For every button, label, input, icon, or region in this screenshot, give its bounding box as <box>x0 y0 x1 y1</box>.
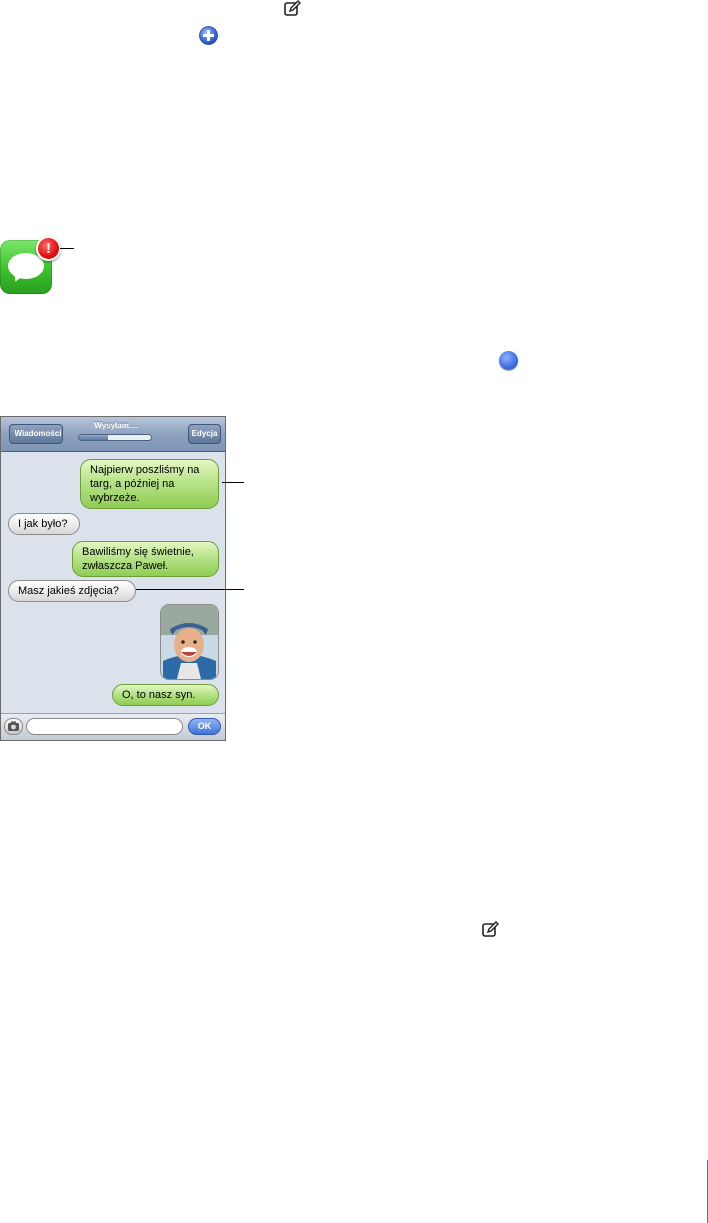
message-input-bar: OK <box>1 713 225 740</box>
child-photo-icon <box>161 605 218 679</box>
nav-bar: Wiadomości Wysyłam.... Edycja <box>1 417 225 452</box>
callout-line <box>136 589 244 590</box>
progress-fill <box>79 435 108 440</box>
callout-line <box>222 482 244 483</box>
messages-conversation-screen: Wiadomości Wysyłam.... Edycja Najpierw p… <box>0 416 226 741</box>
sending-status-title: Wysyłam.... <box>94 421 138 430</box>
add-contact-plus-icon <box>199 26 218 45</box>
photo-message[interactable] <box>160 604 219 680</box>
compose-icon <box>284 0 301 16</box>
message-bubble-outgoing: O, to nasz syn. <box>112 684 219 706</box>
send-button[interactable]: OK <box>188 718 221 735</box>
unread-badge-icon: ! <box>36 236 61 261</box>
sending-progress-bar <box>78 434 152 441</box>
message-text-field[interactable] <box>26 718 183 735</box>
edit-button[interactable]: Edycja <box>188 424 221 444</box>
blue-dot-icon <box>499 351 518 370</box>
camera-icon <box>8 721 19 731</box>
callout-line <box>60 248 74 249</box>
message-bubble-incoming: Masz jakieś zdjęcia? <box>8 580 136 602</box>
message-bubble-outgoing: Bawiliśmy się świetnie, zwłaszcza Paweł. <box>72 541 219 577</box>
message-bubble-outgoing: Najpierw poszliśmy na targ, a później na… <box>80 459 219 509</box>
message-bubble-incoming: I jak było? <box>8 513 80 535</box>
compose-icon <box>482 921 499 937</box>
camera-button[interactable] <box>4 718 23 735</box>
back-button[interactable]: Wiadomości <box>9 424 63 444</box>
